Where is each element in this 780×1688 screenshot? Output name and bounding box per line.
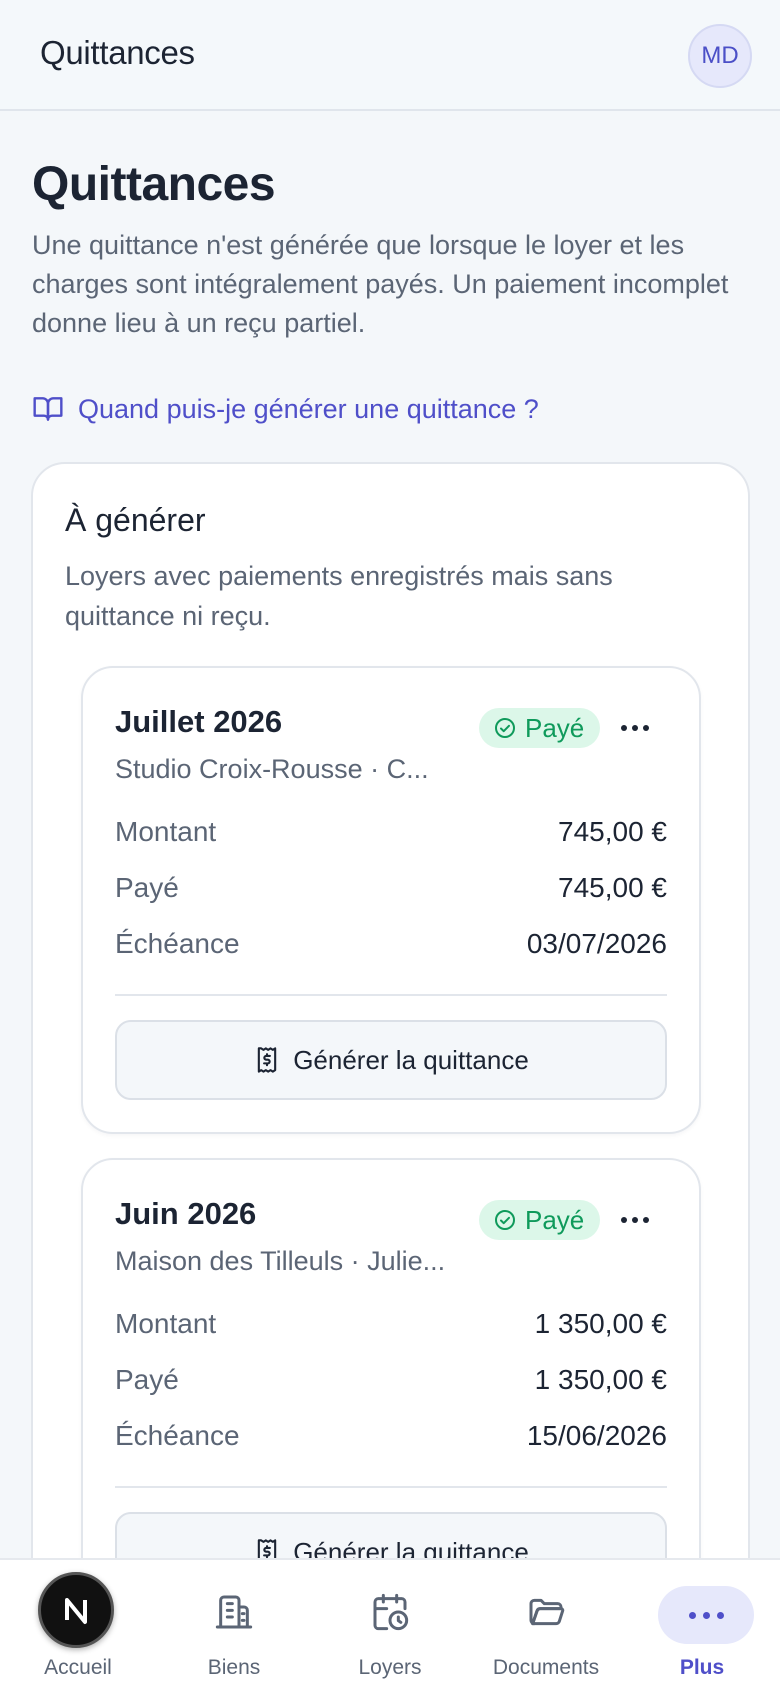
amount-row: Montant 1 350,00 €	[115, 1308, 667, 1340]
due-label: Échéance	[115, 928, 240, 959]
more-options-button[interactable]	[613, 710, 657, 746]
nav-item-loyers[interactable]: Loyers	[312, 1560, 468, 1688]
to-generate-section: À générer Loyers avec paiements enregist…	[31, 462, 750, 1688]
section-description: Loyers avec paiements enregistrés mais s…	[65, 561, 613, 631]
app-bar-title: Quittances	[40, 34, 195, 71]
user-avatar[interactable]: MD	[688, 24, 752, 88]
paid-row: Payé 745,00 €	[115, 872, 667, 904]
check-circle-icon	[495, 718, 515, 738]
status-badge: Payé	[479, 708, 601, 748]
top-app-bar: Quittances MD	[0, 0, 780, 111]
page-title: Quittances	[32, 158, 276, 211]
due-label: Échéance	[115, 1420, 240, 1451]
status-label: Payé	[525, 1204, 585, 1235]
building-icon	[215, 1595, 253, 1629]
nav-item-biens[interactable]: Biens	[156, 1560, 312, 1688]
amount-value: 745,00 €	[558, 816, 667, 847]
status-badge: Payé	[479, 1200, 601, 1240]
folder-icon	[529, 1598, 565, 1626]
amount-label: Montant	[115, 1308, 217, 1339]
amount-label: Montant	[115, 816, 217, 847]
nav-label: Plus	[679, 1656, 725, 1679]
amount-value: 1 350,00 €	[534, 1308, 667, 1339]
generate-receipt-label: Générer la quittance	[293, 1044, 529, 1075]
check-circle-icon	[495, 1210, 515, 1230]
bottom-navigation: Accueil Biens Loyers Documents Plus	[0, 1558, 780, 1688]
paid-value: 745,00 €	[558, 872, 667, 903]
divider	[115, 994, 667, 996]
property-tenant: Maison des Tilleuls · Julie...	[115, 1246, 446, 1276]
n-logo-icon	[65, 1598, 87, 1624]
rent-period: Juin 2026	[115, 1196, 257, 1231]
nav-item-documents[interactable]: Documents	[468, 1560, 624, 1688]
paid-value: 1 350,00 €	[534, 1364, 667, 1395]
dev-tools-badge-icon[interactable]	[38, 1572, 114, 1648]
rent-period: Juillet 2026	[115, 704, 283, 739]
help-link-label: Quand puis-je générer une quittance ?	[78, 393, 539, 424]
help-link[interactable]: Quand puis-je générer une quittance ?	[32, 393, 539, 425]
book-open-icon	[33, 397, 63, 421]
paid-label: Payé	[115, 872, 179, 903]
rent-card: Juillet 2026 Payé Studio Croix-Rousse · …	[81, 666, 701, 1134]
nav-label: Documents	[492, 1656, 600, 1679]
due-value: 15/06/2026	[526, 1420, 667, 1451]
more-horizontal-icon	[658, 1586, 754, 1644]
due-row: Échéance 03/07/2026	[115, 928, 667, 960]
nav-item-plus[interactable]: Plus	[624, 1560, 780, 1688]
page-description: Une quittance n'est générée que lorsque …	[32, 230, 729, 338]
more-options-button[interactable]	[613, 1202, 657, 1238]
rent-card: Juin 2026 Payé Maison des Tilleuls · Jul…	[81, 1158, 701, 1626]
property-tenant: Studio Croix-Rousse · C...	[115, 754, 429, 784]
section-title: À générer	[65, 502, 206, 538]
paid-label: Payé	[115, 1364, 179, 1395]
generate-receipt-button[interactable]: Générer la quittance	[115, 1020, 667, 1100]
receipt-icon	[257, 1047, 277, 1073]
nav-label: Loyers	[358, 1656, 422, 1679]
paid-row: Payé 1 350,00 €	[115, 1364, 667, 1396]
due-value: 03/07/2026	[526, 928, 667, 959]
divider	[115, 1486, 667, 1488]
amount-row: Montant 745,00 €	[115, 816, 667, 848]
calendar-clock-icon	[373, 1593, 409, 1631]
status-label: Payé	[525, 712, 585, 743]
due-row: Échéance 15/06/2026	[115, 1420, 667, 1452]
nav-label: Accueil	[44, 1656, 112, 1679]
nav-label: Biens	[207, 1656, 261, 1679]
